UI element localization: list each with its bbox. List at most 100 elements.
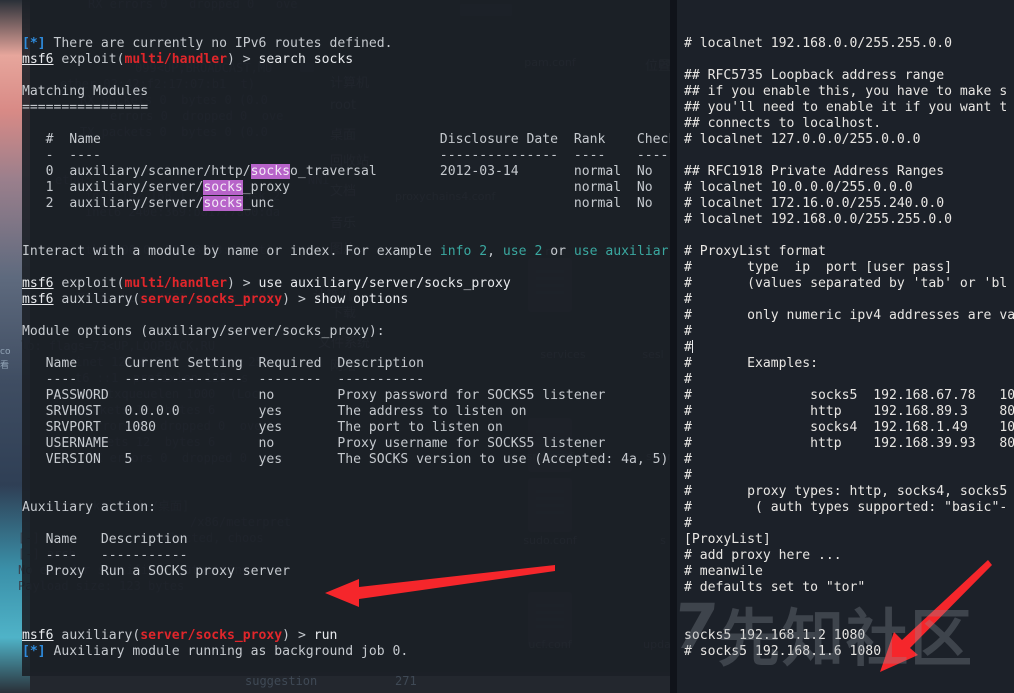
terminal-line: Module options (auxiliary/server/socks_p… — [22, 324, 385, 339]
config-line: # add proxy here ... — [684, 548, 842, 563]
terminal-line: Name Description — [22, 532, 188, 547]
terminal-line: Name Current Setting Required Descriptio… — [22, 356, 425, 371]
config-line: ## RFC5735 Loopback address range — [684, 68, 945, 83]
config-line: # ( auth types supported: "basic"- — [684, 500, 1008, 515]
config-line: # ProxyList format — [684, 244, 826, 259]
terminal-line: - ---- --------------- ---- ----- --- — [22, 148, 677, 163]
terminal-line: 1 auxiliary/server/socks_proxy normal No… — [22, 180, 677, 196]
msfconsole-output: [*] There are currently no IPv6 routes d… — [22, 36, 677, 676]
terminal-line: [*] Auxiliary module running as backgrou… — [22, 644, 409, 659]
config-line: ## RFC1918 Private Address Ranges — [684, 164, 945, 179]
config-line: ## you'll need to enable it if you want … — [684, 100, 1008, 115]
module-path: auxiliary/server/ — [69, 196, 204, 211]
config-line: # only numeric ipv4 addresses are va — [684, 308, 1014, 323]
status-marker: [*] — [22, 36, 46, 51]
taskbar-count: 271 — [395, 674, 417, 688]
config-line — [684, 52, 1014, 68]
module-context: multi/handler — [124, 52, 227, 67]
terminal-line: VERSION 5 yes The SOCKS version to use (… — [22, 452, 669, 467]
proxychains-conf-editor[interactable]: # localnet 192.168.0.0/255.255.0.0 ## RF… — [677, 0, 1014, 693]
msf-prompt-label: msf6 — [22, 292, 54, 307]
terminal-line: USERNAME no Proxy username for SOCKS5 li… — [22, 436, 606, 451]
msf-prompt-label: msf6 — [22, 628, 54, 643]
search-match: socks — [203, 180, 243, 195]
config-line: ## connects to localhost. — [684, 116, 882, 131]
terminal-line: Auxiliary action: — [22, 500, 157, 515]
config-line: # — [684, 292, 692, 307]
config-line — [684, 612, 1014, 628]
terminal-line: ---- ----------- — [22, 548, 188, 563]
config-line: # type ip port [user pass] — [684, 260, 953, 275]
config-line: # — [684, 516, 692, 531]
config-line: # — [684, 340, 693, 355]
disclosure-date — [440, 180, 574, 195]
config-line: # localnet 172.16.0.0/255.240.0.0 — [684, 196, 945, 211]
disclosure-date: 2012-03-14 — [439, 164, 574, 179]
config-line: # http 192.168.89.3 80 — [684, 404, 1014, 419]
terminal-line: msf6 auxiliary(server/socks_proxy) > run — [22, 628, 338, 643]
config-line: # — [684, 452, 692, 467]
rank-value: normal — [573, 196, 637, 211]
module-context: server/socks_proxy — [140, 628, 283, 643]
module-path: auxiliary/scanner/http/ — [69, 164, 251, 179]
terminal-line: ---- --------------- -------- ----------… — [22, 372, 425, 387]
config-line — [684, 148, 1014, 164]
terminal-line: 0 auxiliary/scanner/http/sockso_traversa… — [22, 164, 677, 180]
config-line: # Examples: — [684, 356, 819, 371]
terminal-line: Matching Modules — [22, 84, 149, 99]
rank-value: normal — [573, 180, 637, 195]
module-path: auxiliary/server/ — [69, 180, 204, 195]
rank-value: normal — [573, 164, 637, 179]
config-line: # (values separated by 'tab' or 'bl — [684, 276, 1008, 291]
terminal-line: SRVPORT 1080 yes The port to listen on — [22, 420, 503, 435]
terminal-line: ================ — [22, 100, 149, 115]
config-line: # localnet 10.0.0.0/255.0.0.0 — [684, 180, 913, 195]
entered-command: show options — [313, 292, 409, 307]
entered-command: run — [313, 628, 338, 643]
text-cursor — [691, 340, 693, 353]
disclosure-date — [440, 196, 574, 211]
config-line: # — [684, 468, 692, 483]
module-context: server/socks_proxy — [140, 292, 283, 307]
config-line: # http 192.168.39.93 80 — [684, 436, 1014, 451]
terminal-line: SRVHOST 0.0.0.0 yes The address to liste… — [22, 404, 527, 419]
terminal-line: msf6 auxiliary(server/socks_proxy) > sho… — [22, 292, 409, 307]
config-line: # localnet 192.168.0.0/255.255.0.0 — [684, 212, 953, 227]
status-marker: [*] — [22, 644, 46, 659]
terminal-line: Interact with a module by name or index.… — [22, 244, 669, 259]
terminal-line: 2 auxiliary/server/socks_unc normal No S… — [22, 196, 677, 212]
wallpaper-side-text: co 看 — [0, 347, 11, 371]
config-line: # defaults set to "tor" — [684, 580, 866, 595]
config-line: # meanwile — [684, 564, 763, 579]
config-line — [684, 596, 1014, 612]
window-divider — [670, 0, 677, 693]
msfconsole-terminal[interactable]: [*] There are currently no IPv6 routes d… — [22, 0, 677, 676]
config-line: # socks5 192.168.67.78 10 — [684, 388, 1014, 403]
search-match: socks — [203, 196, 243, 211]
config-line: socks5 192.168.1.2 1080 — [684, 628, 866, 643]
terminal-line: msf6 exploit(multi/handler) > search soc… — [22, 52, 354, 67]
terminal-line: [*] There are currently no IPv6 routes d… — [22, 36, 393, 51]
config-line: # socks4 192.168.1.49 10 — [684, 420, 1014, 435]
proxychains-conf-text: # localnet 192.168.0.0/255.255.0.0 ## RF… — [677, 32, 1014, 660]
msf-prompt-label: msf6 — [22, 52, 54, 67]
terminal-line: PASSWORD no Proxy password for SOCKS5 li… — [22, 388, 606, 403]
config-line: ## if you enable this, you have to make … — [684, 84, 1008, 99]
terminal-line: # Name Disclosure Date Rank Check Des — [22, 132, 677, 147]
config-line — [684, 228, 1014, 244]
module-context: multi/handler — [124, 276, 227, 291]
search-match: socks — [250, 164, 291, 179]
config-line: # proxy types: http, socks4, socks5 — [684, 484, 1008, 499]
